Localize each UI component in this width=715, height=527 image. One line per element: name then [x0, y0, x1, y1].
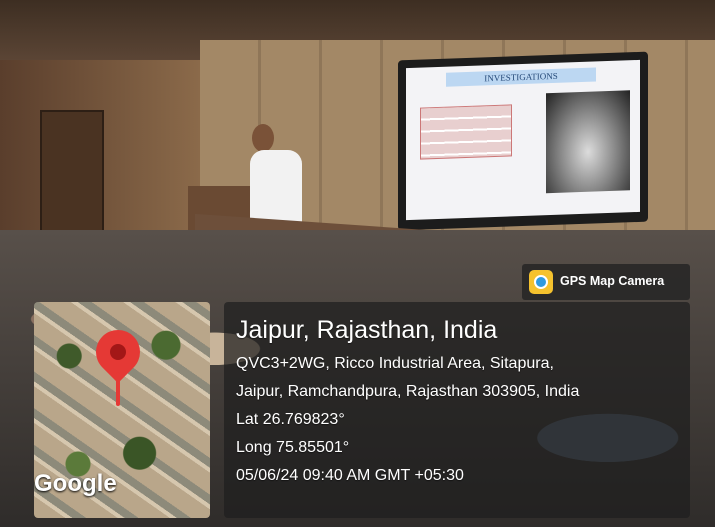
- address-line-2: Jaipur, Ramchandpura, Rajasthan 303905, …: [236, 383, 580, 400]
- presentation-screen: INVESTIGATIONS: [398, 51, 648, 231]
- location-title: Jaipur, Rajasthan, India: [236, 316, 498, 344]
- badge-label: GPS Map Camera: [560, 274, 665, 288]
- longitude: Long 75.85501°: [236, 439, 350, 456]
- slide: INVESTIGATIONS: [406, 59, 640, 221]
- speaker-head: [252, 124, 274, 152]
- map-thumbnail: Google: [34, 302, 210, 518]
- gps-map-camera-icon: [529, 270, 553, 294]
- datetime: 05/06/24 09:40 AM GMT +05:30: [236, 467, 464, 484]
- latitude: Lat 26.769823°: [236, 411, 345, 428]
- slide-table: [420, 104, 512, 160]
- gps-map-camera-badge: GPS Map Camera: [522, 264, 690, 300]
- chest-xray-image: [546, 90, 630, 194]
- google-logo: Google: [34, 470, 117, 497]
- address-line-1: QVC3+2WG, Ricco Industrial Area, Sitapur…: [236, 355, 554, 372]
- location-pin-tail: [116, 372, 120, 406]
- slide-title: INVESTIGATIONS: [446, 67, 596, 87]
